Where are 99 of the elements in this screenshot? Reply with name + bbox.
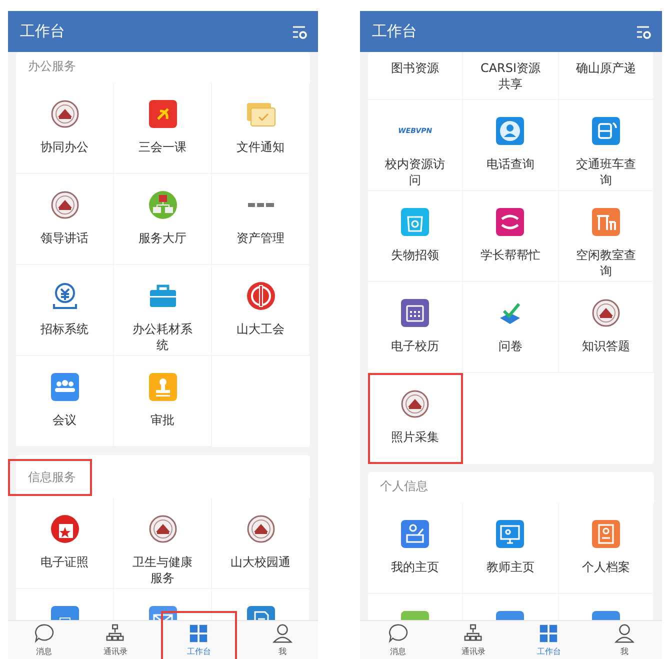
app-label: 山大校园通 [230,554,292,570]
app-label: 照片采集 [390,429,440,445]
emblem-icon [50,190,80,220]
app-tile[interactable]: 会议 [16,356,114,447]
app-label: 确山原产递 [574,60,637,76]
grid-icon [538,623,560,644]
app-label: 服务大厅 [138,230,188,246]
app-label: 办公耗材系统 [132,321,194,353]
header-title: 工作台 [20,22,65,41]
app-tile[interactable]: 图书资源 [368,52,464,100]
app-label: 资产管理 [236,230,286,246]
people-icon [50,372,80,402]
app-tile[interactable]: 审批 [114,356,212,447]
desk-icon [590,207,621,237]
nav-tab[interactable]: 我 [246,621,318,659]
id-card-icon [590,519,621,549]
app-tile[interactable]: 教师主页 [463,503,559,594]
app-tile[interactable]: 三会一课 [114,83,212,174]
app-label: 领导讲话 [40,230,90,246]
certificate-icon [50,514,80,544]
emblem-icon [400,389,430,419]
app-label: 我的主页 [390,559,440,575]
app-label: 文件通知 [236,139,286,155]
app-label: 电子证照 [40,554,90,570]
app-label: 会议 [52,412,78,428]
app-tile[interactable]: 电子证照 [16,498,114,589]
app-label: 协同办公 [40,139,90,155]
app-label: 三会一课 [138,139,188,155]
emblem-icon [590,298,621,328]
app-tile[interactable]: 协同办公 [16,83,114,174]
app-tile[interactable]: 资产管理 [212,174,310,265]
nav-tab[interactable]: 工作台 [163,613,234,659]
app-label: 电子校历 [390,338,440,354]
app-tile[interactable]: 确山原产递 [558,52,654,100]
app-label: 学长帮帮忙 [479,247,542,263]
stamp-icon [148,372,178,402]
app-tile[interactable]: 领导讲话 [16,174,114,265]
chat-bubble-icon [33,623,54,644]
emblem-icon [246,514,276,544]
app-tile[interactable]: 电话查询 [463,100,559,191]
app-tile[interactable]: 卫生与健康服务 [114,498,212,589]
nav-tab[interactable]: 工作台 [511,621,586,659]
app-tile[interactable]: 交通班车查询 [558,100,654,191]
chat-bubble-icon [387,623,408,644]
app-label: 问卷 [497,338,524,354]
app-tile[interactable]: 山大工会 [212,265,310,356]
nav-tab[interactable]: 我 [586,621,662,659]
app-label: 个人档案 [580,559,631,575]
app-label: 教师主页 [485,559,536,575]
org-chart-icon [104,623,126,644]
person-icon [272,623,293,644]
union-logo-icon [246,281,276,311]
app-label: 失物招领 [390,247,440,263]
app-tile[interactable]: 山大校园通 [212,498,310,589]
app-tile[interactable]: 我的主页 [368,503,464,594]
nav-tab[interactable]: 消息 [360,621,436,659]
nav-tab[interactable]: 消息 [8,621,80,659]
person-icon [614,623,635,644]
app-label: CARSI资源共享 [479,60,542,92]
nav-tab[interactable]: 通讯录 [436,621,511,659]
org-chart-icon [148,190,178,220]
presentation-icon [495,519,526,549]
calendar-icon [400,298,430,328]
grid-icon [188,623,210,644]
app-tile[interactable]: 招标系统 [16,265,114,356]
settings-icon[interactable] [292,24,308,38]
app-label: 图书资源 [390,60,440,76]
section-title: 信息服务 [10,461,90,494]
app-tile[interactable]: 个人档案 [558,503,654,594]
bag-search-icon [400,207,430,237]
person-desk-icon [400,519,430,549]
header-title: 工作台 [372,22,417,41]
emblem-icon [148,514,178,544]
app-label: 招标系统 [40,321,90,337]
app-tile[interactable]: 学长帮帮忙 [463,191,559,282]
app-tile[interactable]: 办公耗材系统 [114,265,212,356]
app-label: 知识答题 [580,338,631,354]
app-tile[interactable]: 服务大厅 [114,174,212,265]
app-label: 交通班车查询 [574,156,637,188]
app-tile[interactable]: 问卷 [463,282,559,373]
app-tile[interactable]: 文件通知 [212,83,310,174]
app-tile[interactable]: 照片采集 [368,373,464,464]
app-label: 山大工会 [236,321,286,337]
app-label: 空闲教室查询 [574,247,637,279]
app-tile[interactable]: 空闲教室查询 [558,191,654,282]
app-label: 审批 [150,412,176,428]
app-label: 电话查询 [485,156,536,172]
section-title: 个人信息 [379,478,429,495]
app-tile[interactable]: 失物招领 [368,191,464,282]
emblem-icon [50,99,80,129]
app-label: 校内资源访问 [384,156,446,188]
org-chart-icon [462,623,484,644]
section-title: 办公服务 [27,58,77,75]
app-tile[interactable]: 电子校历 [368,282,464,373]
app-label: 卫生与健康服务 [132,554,194,586]
app-tile[interactable]: CARSI资源共享 [463,52,559,100]
app-tile[interactable]: 知识答题 [558,282,654,373]
nav-tab[interactable]: 通讯录 [80,621,151,659]
settings-icon[interactable] [636,24,652,38]
